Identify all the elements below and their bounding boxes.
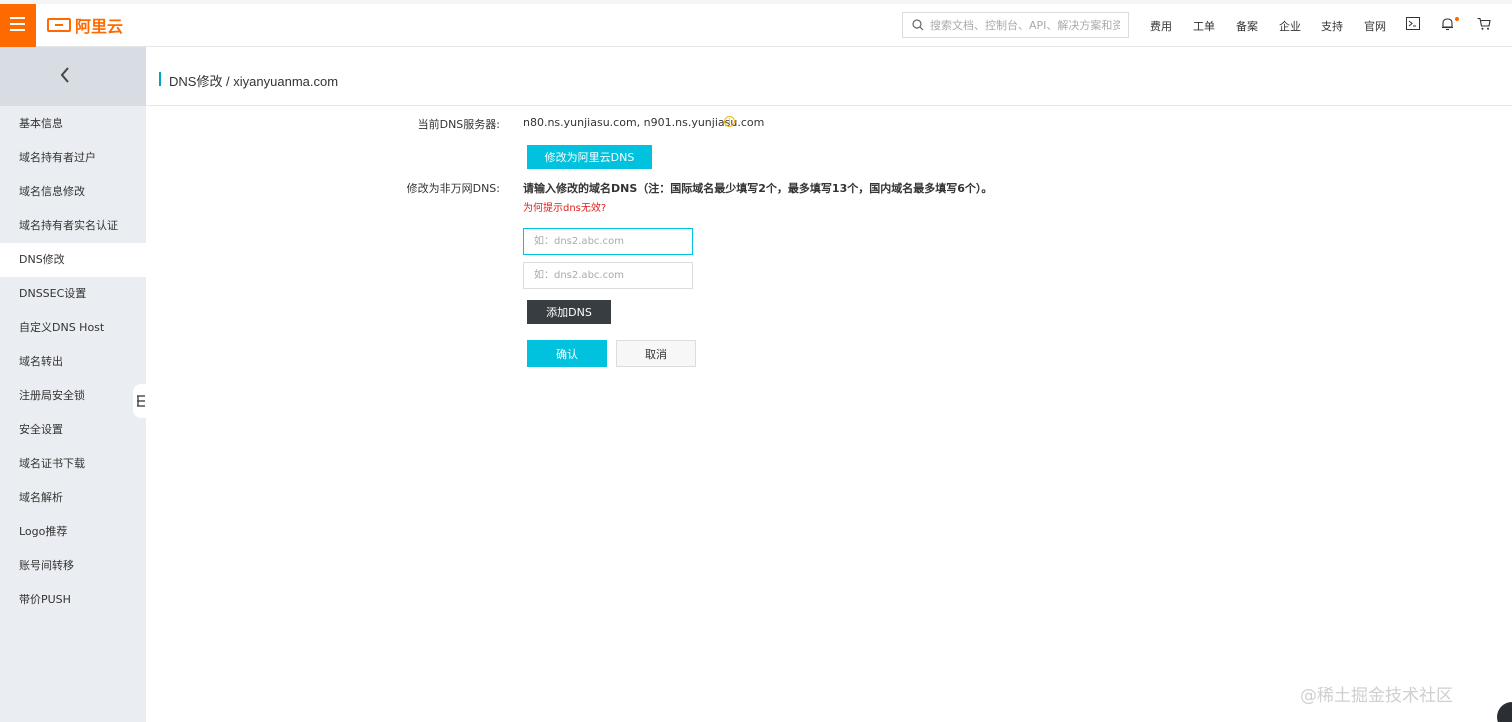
search-box[interactable] [902,12,1129,38]
chevron-left-icon [60,67,69,83]
sidebar-item-dns-resolve[interactable]: 域名解析 [0,481,146,515]
cancel-button[interactable]: 取消 [616,340,696,367]
cart-icon[interactable] [1477,17,1491,31]
watermark: @稀土掘金技术社区 [1300,686,1453,706]
sidebar-collapse-handle[interactable] [133,384,147,418]
add-dns-button[interactable]: 添加DNS [527,300,611,324]
back-button[interactable] [0,47,146,106]
top-bar: 阿里云 费用 工单 备案 企业 支持 官网 [0,0,1512,47]
logo-text: 阿里云 [75,17,124,36]
collapse-icon [137,395,145,407]
sidebar-item-account-transfer[interactable]: 账号间转移 [0,549,146,583]
sidebar: 基本信息 域名持有者过户 域名信息修改 域名持有者实名认证 DNS修改 DNSS… [0,47,146,722]
breadcrumb-bar: DNS修改 / xiyanyuanma.com [146,47,1512,106]
breadcrumb-accent [159,72,161,86]
sidebar-item-transfer-out[interactable]: 域名转出 [0,345,146,379]
notification-dot [1455,17,1459,21]
dns-server-input-2[interactable] [523,262,693,289]
aliyun-logo[interactable]: 阿里云 [47,14,123,36]
nav-ticket[interactable]: 工单 [1193,18,1215,34]
search-icon [912,19,924,31]
nav-official-site[interactable]: 官网 [1364,18,1386,34]
menu-line [10,17,25,19]
nav-billing[interactable]: 费用 [1150,18,1172,34]
menu-line [10,23,25,25]
nav-support[interactable]: 支持 [1321,18,1343,34]
dns-server-input-1[interactable] [523,228,693,255]
sidebar-item-price-push[interactable]: 带价PUSH [0,583,146,617]
sidebar-item-certificate-download[interactable]: 域名证书下载 [0,447,146,481]
sidebar-item-dnssec[interactable]: DNSSEC设置 [0,277,146,311]
terminal-icon[interactable] [1406,17,1420,30]
menu-line [10,29,25,31]
current-dns-label: 当前DNS服务器: [417,118,500,131]
sidebar-item-registry-lock[interactable]: 注册局安全锁 [0,379,146,413]
sidebar-item-security-settings[interactable]: 安全设置 [0,413,146,447]
sidebar-item-logo-recommend[interactable]: Logo推荐 [0,515,146,549]
modify-dns-label: 修改为非万网DNS: [406,182,500,195]
nav-enterprise[interactable]: 企业 [1279,18,1301,34]
sidebar-item-holder-transfer[interactable]: 域名持有者过户 [0,141,146,175]
back-to-top-button[interactable] [1497,702,1512,722]
info-icon[interactable]: i [724,116,735,127]
sidebar-item-realname-auth[interactable]: 域名持有者实名认证 [0,209,146,243]
sidebar-item-dns-modify[interactable]: DNS修改 [0,243,146,277]
hamburger-menu-button[interactable] [0,4,36,47]
sidebar-item-custom-dns-host[interactable]: 自定义DNS Host [0,311,146,345]
dns-invalid-help-link[interactable]: 为何提示dns无效? [523,199,606,214]
sidebar-item-basic-info[interactable]: 基本信息 [0,107,146,141]
search-input[interactable] [930,18,1120,32]
modify-dns-hint: 请输入修改的域名DNS（注：国际域名最少填写2个，最多填写13个，国内域名最多填… [523,182,993,195]
nav-filing[interactable]: 备案 [1236,18,1258,34]
switch-to-aliyun-dns-button[interactable]: 修改为阿里云DNS [527,145,652,169]
top-border [0,0,1512,4]
breadcrumb: DNS修改 / xiyanyuanma.com [169,74,339,89]
bell-icon[interactable] [1441,17,1454,31]
sidebar-item-info-modify[interactable]: 域名信息修改 [0,175,146,209]
aliyun-logo-icon [47,18,71,32]
confirm-button[interactable]: 确认 [527,340,607,367]
